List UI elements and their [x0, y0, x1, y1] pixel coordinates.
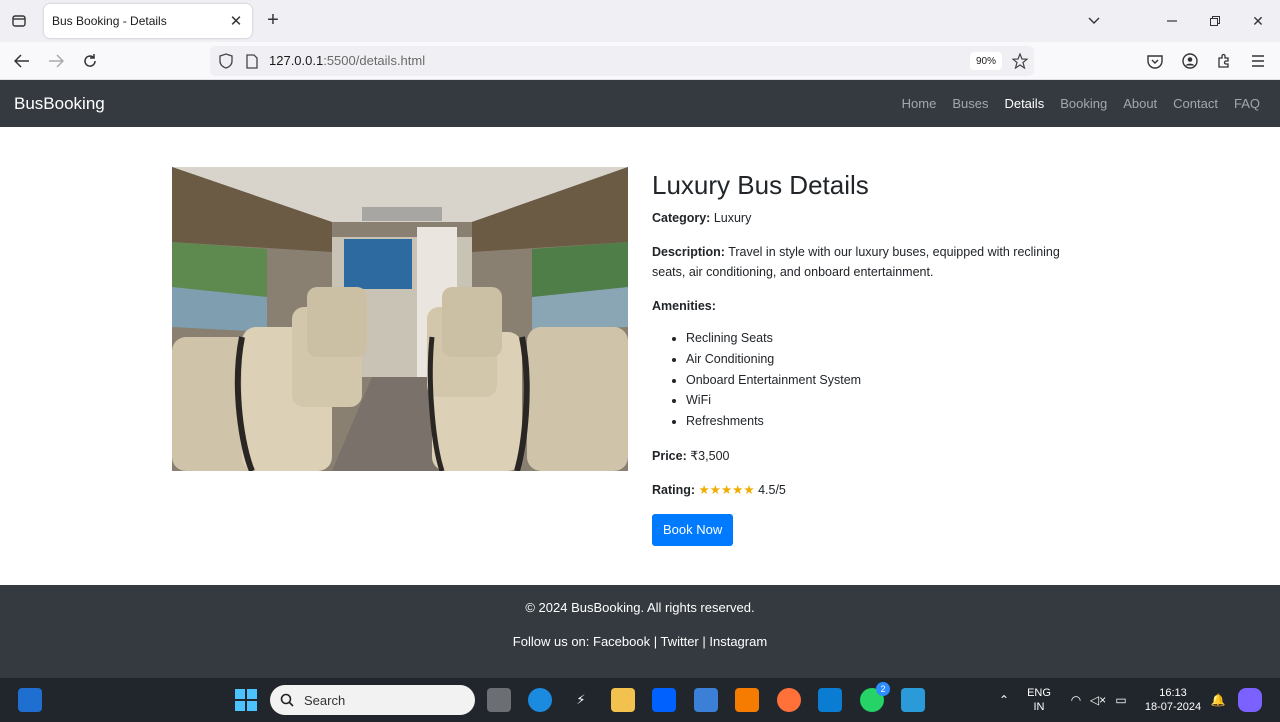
xampp-icon[interactable]	[735, 688, 759, 712]
facebook-link[interactable]: Facebook	[593, 634, 650, 649]
restore-icon[interactable]	[1202, 8, 1228, 34]
chevron-up-icon[interactable]: ⌃	[992, 688, 1016, 712]
close-window-icon[interactable]: ✕	[1245, 8, 1271, 34]
page-icon[interactable]	[243, 52, 261, 70]
browser-tab[interactable]: Bus Booking - Details ✕	[44, 4, 252, 38]
site-navbar: BusBooking Home Buses Details Booking Ab…	[0, 80, 1280, 127]
volume-muted-icon[interactable]: ◁×	[1086, 688, 1110, 712]
description-row: Description: Travel in style with our lu…	[652, 242, 1092, 282]
list-item: Reclining Seats	[686, 328, 1092, 349]
lang-region: IN	[1033, 701, 1045, 713]
rating-label: Rating:	[652, 482, 696, 497]
pocket-icon[interactable]	[1143, 49, 1167, 73]
clock-time: 16:13	[1159, 687, 1187, 699]
back-icon[interactable]	[10, 49, 34, 73]
site-nav-links: Home Buses Details Booking About Contact…	[886, 96, 1260, 111]
price-value: ₹3,500	[690, 448, 730, 463]
dropbox-icon[interactable]	[652, 688, 676, 712]
whatsapp-badge: 2	[876, 682, 890, 696]
nav-home[interactable]: Home	[902, 96, 937, 111]
rating-value: 4.5/5	[758, 482, 786, 497]
list-item: Onboard Entertainment System	[686, 370, 1092, 391]
zoom-level-badge[interactable]: 90%	[970, 52, 1002, 70]
shield-icon[interactable]	[217, 52, 235, 70]
file-explorer-icon[interactable]	[611, 688, 635, 712]
bolt-app-icon[interactable]: ⚡	[569, 688, 593, 712]
footer-copyright: © 2024 BusBooking. All rights reserved.	[525, 600, 755, 615]
description-label: Description:	[652, 245, 725, 259]
site-brand[interactable]: BusBooking	[14, 94, 105, 114]
clock[interactable]: 16:13 18-07-2024	[1140, 686, 1206, 714]
language-indicator[interactable]: ENG IN	[1024, 686, 1054, 714]
amenities-list: Reclining Seats Air Conditioning Onboard…	[686, 328, 1092, 432]
copilot-icon[interactable]	[1238, 688, 1262, 712]
bookmark-star-icon[interactable]	[1011, 52, 1029, 70]
link-separator: |	[698, 634, 710, 649]
page-title: Luxury Bus Details	[652, 170, 869, 200]
forward-icon[interactable]	[44, 49, 68, 73]
vscode-icon[interactable]	[818, 688, 842, 712]
category-value: Luxury	[713, 211, 752, 225]
follow-prefix: Follow us on:	[512, 634, 593, 649]
task-view-icon[interactable]	[487, 688, 511, 712]
amenities-label: Amenities:	[652, 299, 716, 313]
photos-icon[interactable]	[901, 688, 925, 712]
list-item: Air Conditioning	[686, 349, 1092, 370]
footer-follow: Follow us on: Facebook | Twitter | Insta…	[0, 634, 1280, 649]
windows-taskbar: Search ⚡ 2 ⌃ ENG IN ◠ ◁× ▭ 16:13 18-07-202…	[0, 678, 1280, 722]
instagram-link[interactable]: Instagram	[709, 634, 767, 649]
url-bar[interactable]: 127.0.0.1:5500/details.html 90%	[210, 46, 1034, 76]
notification-icon[interactable]: 🔔	[1206, 688, 1230, 712]
minimize-icon[interactable]	[1159, 8, 1185, 34]
lang-code: ENG	[1027, 687, 1051, 699]
browser-toolbar: 127.0.0.1:5500/details.html 90%	[0, 42, 1280, 80]
nav-about[interactable]: About	[1123, 96, 1157, 111]
search-icon	[280, 693, 294, 707]
chevron-down-icon[interactable]	[1081, 8, 1107, 34]
link-separator: |	[650, 634, 661, 649]
nav-contact[interactable]: Contact	[1173, 96, 1218, 111]
url-path: :5500/details.html	[323, 53, 426, 68]
tab-title: Bus Booking - Details	[52, 14, 167, 28]
wifi-icon[interactable]: ◠	[1064, 688, 1088, 712]
amenities-heading: Amenities:	[652, 296, 1092, 316]
battery-icon[interactable]: ▭	[1109, 688, 1133, 712]
twitter-link[interactable]: Twitter	[660, 634, 698, 649]
search-placeholder: Search	[304, 692, 346, 708]
price-label: Price:	[652, 448, 687, 463]
whatsapp-icon[interactable]: 2	[860, 682, 890, 712]
browser-tab-bar: Bus Booking - Details ✕ + ✕	[0, 0, 1280, 42]
site-footer: © 2024 BusBooking. All rights reserved. …	[0, 585, 1280, 678]
rating-row: Rating: ★★★★★ 4.5/5	[652, 480, 1092, 500]
category-row: Category: Luxury	[652, 208, 1092, 228]
list-item: WiFi	[686, 390, 1092, 411]
tab-list-icon[interactable]	[8, 10, 30, 32]
new-tab-icon[interactable]: +	[262, 9, 284, 31]
reload-icon[interactable]	[78, 49, 102, 73]
widgets-icon[interactable]	[18, 688, 42, 712]
rating-stars-icon: ★★★★★	[698, 482, 755, 497]
taskbar-search[interactable]: Search	[270, 685, 475, 715]
extensions-icon[interactable]	[1212, 49, 1236, 73]
price-row: Price: ₹3,500	[652, 446, 1092, 466]
nav-details[interactable]: Details	[1004, 96, 1044, 111]
start-icon[interactable]	[234, 688, 258, 712]
nav-buses[interactable]: Buses	[952, 96, 988, 111]
close-tab-icon[interactable]: ✕	[228, 13, 244, 30]
nav-booking[interactable]: Booking	[1060, 96, 1107, 111]
list-item: Refreshments	[686, 411, 1092, 432]
firefox-icon[interactable]	[777, 688, 801, 712]
book-now-button[interactable]: Book Now	[652, 513, 734, 546]
category-label: Category:	[652, 211, 711, 225]
store-icon[interactable]	[694, 688, 718, 712]
nav-faq[interactable]: FAQ	[1234, 96, 1260, 111]
bus-details: Luxury Bus Details Category: Luxury Desc…	[652, 168, 1092, 546]
clock-date: 18-07-2024	[1144, 701, 1202, 713]
menu-icon[interactable]	[1246, 49, 1270, 73]
url-text: 127.0.0.1:5500/details.html	[269, 53, 425, 68]
url-host: 127.0.0.1	[269, 53, 324, 68]
account-icon[interactable]	[1178, 49, 1202, 73]
bus-interior-image	[172, 167, 628, 471]
edge-icon[interactable]	[528, 688, 552, 712]
